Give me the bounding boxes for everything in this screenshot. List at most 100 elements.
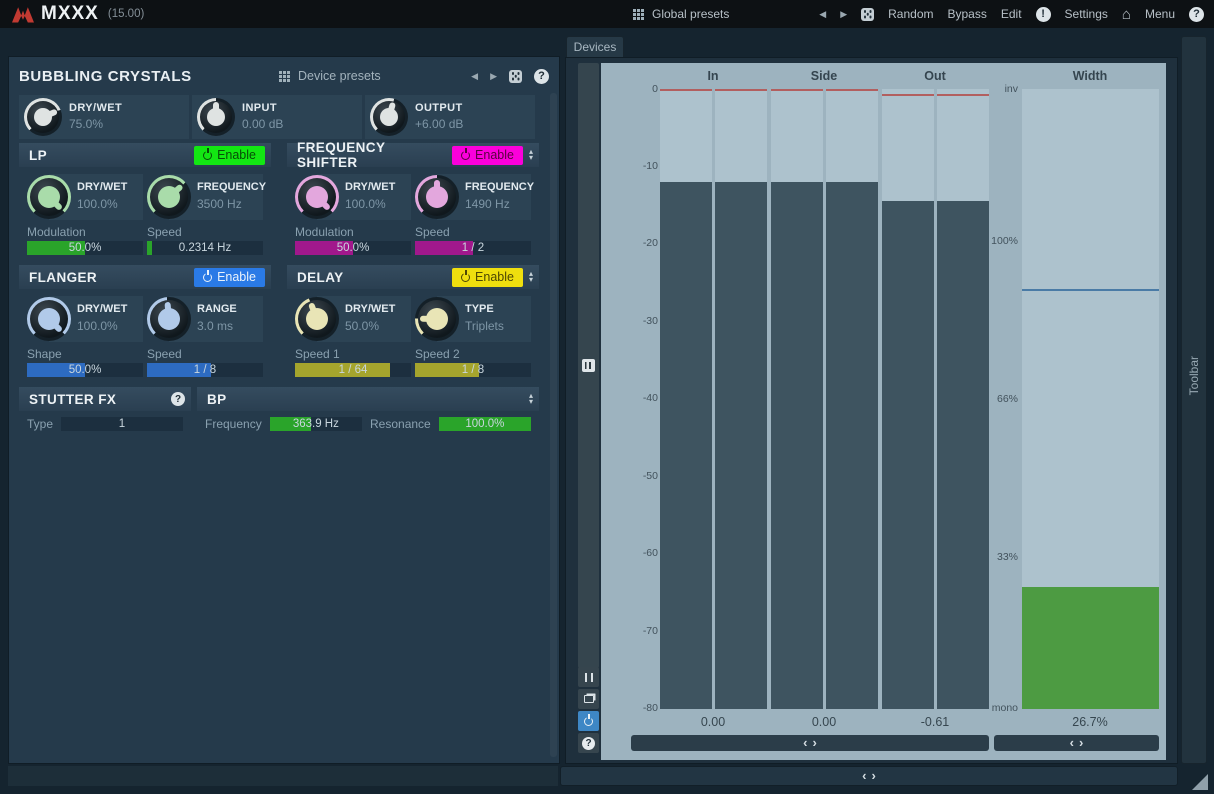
fs-dry-wet-knob-group[interactable]: DRY/WET 100.0% [295, 171, 411, 223]
section-frequency-shifter: FREQUENCY SHIFTER Enable ▴▾ DRY/WET 100.… [287, 143, 539, 255]
analyzer-strip[interactable] [578, 63, 599, 668]
device-previous-preset-button[interactable]: ◀ [471, 71, 478, 82]
section-bp: BP ▴▾ Frequency 363.9 Hz Resonance 100.0… [197, 387, 539, 439]
flanger-shape-slider[interactable]: 50.0% [27, 363, 143, 377]
delay-speed1-slider[interactable]: 1 / 64 [295, 363, 411, 377]
enable-button[interactable]: Enable [194, 146, 265, 165]
meter-width [1022, 89, 1159, 709]
next-preset-button[interactable]: ▶ [840, 9, 847, 20]
device-panel-scrollbar[interactable] [550, 93, 557, 757]
bottom-scrollbar[interactable]: ‹ › [560, 766, 1178, 786]
db-tick: -40 [612, 392, 658, 404]
section-spinner[interactable]: ▴▾ [529, 393, 533, 405]
delay-type-knob[interactable] [415, 297, 459, 341]
meter-help-button[interactable]: ? [578, 733, 599, 753]
output-knob[interactable] [370, 98, 408, 136]
alert-icon[interactable]: ! [1036, 7, 1051, 22]
dry-wet-knob[interactable] [24, 98, 62, 136]
section-spinner[interactable]: ▴▾ [529, 149, 533, 161]
slider-label: Type [27, 417, 53, 431]
meter-scrollbar-left[interactable]: ‹ › [631, 735, 989, 751]
meter-in-left [660, 89, 712, 709]
device-help-icon[interactable]: ? [534, 69, 549, 84]
meter-group-label-in: In [673, 69, 753, 83]
device-presets-button[interactable]: Device presets [279, 69, 381, 83]
width-tick: 33% [958, 551, 1018, 563]
bypass-button[interactable]: Bypass [948, 7, 987, 21]
popout-button[interactable] [578, 689, 599, 709]
pause-button[interactable] [578, 667, 599, 687]
slider-label: Speed 2 [415, 347, 531, 363]
meter-scrollbar-right[interactable]: ‹ › [994, 735, 1159, 751]
fs-frequency-knob[interactable] [415, 175, 459, 219]
lp-dry-wet-knob-group[interactable]: DRY/WET 100.0% [27, 171, 143, 223]
lp-modulation-slider[interactable]: 50.0% [27, 241, 143, 255]
enable-button[interactable]: Enable [452, 146, 523, 165]
home-icon[interactable]: ⌂ [1122, 6, 1131, 23]
meter-side-left [771, 89, 823, 709]
slider-label: Speed [147, 347, 263, 363]
flanger-dry-wet-knob-group[interactable]: DRY/WET 100.0% [27, 293, 143, 345]
device-panel-header: BUBBLING CRYSTALS Device presets ◀ ▶ ? [9, 61, 559, 91]
device-next-preset-button[interactable]: ▶ [490, 71, 497, 82]
scroll-right-icon: › [872, 769, 876, 783]
delay-dry-wet-knob-group[interactable]: DRY/WET 50.0% [295, 293, 411, 345]
device-presets-grid-icon [279, 71, 282, 74]
random-button[interactable]: Random [888, 7, 933, 21]
lp-frequency-knob[interactable] [147, 175, 191, 219]
section-header: STUTTER FX ? [19, 387, 191, 411]
dry-wet-knob-group[interactable]: DRY/WET 75.0% [19, 95, 189, 139]
tab-toolbar[interactable]: Toolbar [1181, 36, 1207, 764]
lp-dry-wet-knob[interactable] [27, 175, 71, 219]
input-knob[interactable] [197, 98, 235, 136]
db-tick: -10 [612, 160, 658, 172]
width-tick: mono [958, 702, 1018, 714]
randomize-icon[interactable] [861, 8, 874, 21]
lp-speed-slider[interactable]: 0.2314 Hz [147, 241, 263, 255]
presets-grid-icon [633, 9, 636, 12]
delay-dry-wet-knob[interactable] [295, 297, 339, 341]
stutter-help-icon[interactable]: ? [171, 392, 185, 406]
previous-preset-button[interactable]: ◀ [819, 9, 826, 20]
bp-resonance-slider[interactable]: 100.0% [439, 417, 531, 431]
fs-speed-slider[interactable]: 1 / 2 [415, 241, 531, 255]
menu-button[interactable]: Menu [1145, 7, 1175, 21]
input-knob-group[interactable]: INPUT 0.00 dB [192, 95, 362, 139]
section-stutter-fx: STUTTER FX ? Type 1 [19, 387, 191, 439]
device-randomize-icon[interactable] [509, 70, 522, 83]
resize-grip[interactable] [1192, 774, 1208, 790]
enable-button[interactable]: Enable [194, 268, 265, 287]
tab-devices[interactable]: Devices [566, 36, 624, 57]
flanger-dry-wet-knob[interactable] [27, 297, 71, 341]
lp-frequency-knob-group[interactable]: FREQUENCY 3500 Hz [147, 171, 263, 223]
meter-area: In Side Out Width 0 -10 -20 -30 -40 -50 … [601, 63, 1166, 760]
bp-frequency-slider[interactable]: 363.9 Hz [270, 417, 362, 431]
readout-out: -0.61 [890, 715, 980, 729]
question-icon: ? [582, 737, 595, 750]
flanger-range-knob[interactable] [147, 297, 191, 341]
settings-button[interactable]: Settings [1065, 7, 1108, 21]
edit-button[interactable]: Edit [1001, 7, 1022, 21]
main-knob-row: DRY/WET 75.0% INPUT 0.00 dB OUTPUT +6.00… [19, 95, 535, 139]
enable-button[interactable]: Enable [452, 268, 523, 287]
global-presets-button[interactable]: Global presets [633, 7, 729, 21]
meter-power-button[interactable] [578, 711, 599, 731]
slider-label: Speed [415, 225, 531, 241]
fs-frequency-knob-group[interactable]: FREQUENCY 1490 Hz [415, 171, 531, 223]
width-tick: 66% [958, 393, 1018, 405]
fs-modulation-slider[interactable]: 50.0% [295, 241, 411, 255]
fs-dry-wet-knob[interactable] [295, 175, 339, 219]
flanger-speed-slider[interactable]: 1 / 8 [147, 363, 263, 377]
section-spinner[interactable]: ▴▾ [529, 271, 533, 283]
db-tick: -50 [612, 470, 658, 482]
output-knob-group[interactable]: OUTPUT +6.00 dB [365, 95, 535, 139]
delay-type-knob-group[interactable]: TYPE Triplets [415, 293, 531, 345]
section-flanger: FLANGER Enable DRY/WET 100.0% RANGE [19, 265, 271, 377]
brand: MXXX (15.00) [12, 3, 144, 25]
scroll-left-icon: ‹ [1070, 736, 1074, 750]
flanger-range-knob-group[interactable]: RANGE 3.0 ms [147, 293, 263, 345]
delay-speed2-slider[interactable]: 1 / 8 [415, 363, 531, 377]
stutter-type-slider[interactable]: 1 [61, 417, 183, 431]
db-tick: -70 [612, 625, 658, 637]
help-icon[interactable]: ? [1189, 7, 1204, 22]
